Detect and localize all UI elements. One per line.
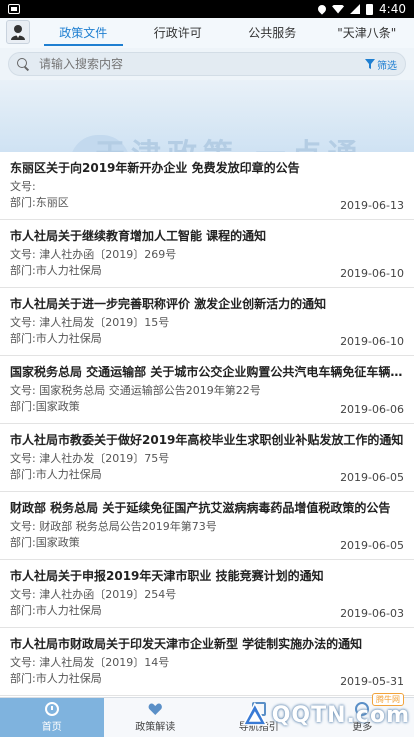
banner[interactable]: 天津政策 一点通 (0, 80, 414, 152)
tab-tianjin-eight-articles[interactable]: "天津八条" (320, 24, 414, 48)
avatar[interactable] (6, 20, 30, 44)
item-date: 2019-05-31 (340, 675, 404, 688)
clock-icon (44, 702, 59, 716)
bottom-navigation: 首页 政策解读 导航指引 更多 (0, 697, 414, 737)
item-title: 市人社局关于继续教育增加人工智能 课程的通知 (10, 229, 267, 243)
banner-text: 天津政策 一点通 (95, 130, 363, 152)
item-date: 2019-06-05 (340, 539, 404, 552)
item-title: 市人社局市教委关于做好2019年高校毕业生求职创业补贴发放工作的通知 (10, 433, 404, 447)
item-doc-number: 文号: 津人社局发〔2019〕14号 (10, 656, 170, 669)
item-date: 2019-06-06 (340, 403, 404, 416)
tab-administrative-license[interactable]: 行政许可 (131, 24, 226, 48)
search-icon (17, 58, 29, 70)
nav-policy-interpretation-label: 政策解读 (135, 722, 176, 733)
item-doc-number: 文号: 津人社局发〔2019〕15号 (10, 316, 170, 329)
category-tabs: 政策文件 行政许可 公共服务 "天津八条" (36, 24, 414, 48)
nav-more[interactable]: 更多 (311, 698, 414, 737)
search-bar: 筛选 (0, 48, 414, 80)
item-title: 市人社局关于申报2019年天津市职业 技能竞赛计划的通知 (10, 569, 324, 583)
list-item[interactable]: 财政部 税务总局 关于延续免征国产抗艾滋病病毒药品增值税政策的公告 文号: 财政… (0, 492, 414, 560)
heart-icon (148, 702, 162, 716)
list-item[interactable]: 市人社局关于申报2019年天津市职业 技能竞赛计划的通知 文号: 津人社办函〔2… (0, 560, 414, 628)
item-date: 2019-06-03 (340, 607, 404, 620)
list-item[interactable]: 市人社局市教委关于做好2019年高校毕业生求职创业补贴发放工作的通知 文号: 津… (0, 424, 414, 492)
item-date: 2019-06-10 (340, 267, 404, 280)
location-icon (316, 3, 328, 15)
signal-icon (350, 4, 361, 14)
status-bar: 4:40 (0, 0, 414, 18)
user-avatar-icon (11, 25, 25, 40)
item-doc-number: 文号: 津人社办函〔2019〕254号 (10, 588, 177, 601)
item-doc-number: 文号: 财政部 税务总局公告2019年第73号 (10, 520, 217, 533)
item-date: 2019-06-10 (340, 335, 404, 348)
policy-list: 东丽区关于向2019年新开办企业 免费发放印章的公告 文号: 部门:东丽区 20… (0, 152, 414, 697)
list-item[interactable]: 市人社局市财政局关于印发天津市企业新型 学徒制实施办法的通知 文号: 津人社局发… (0, 628, 414, 696)
filter-icon (365, 59, 375, 69)
nav-home[interactable]: 首页 (0, 698, 104, 737)
item-title: 财政部 税务总局 关于延续免征国产抗艾滋病病毒药品增值税政策的公告 (10, 501, 391, 515)
nav-guide[interactable]: 导航指引 (207, 698, 311, 737)
nav-more-label: 更多 (352, 722, 373, 733)
tab-policy-documents[interactable]: 政策文件 (36, 24, 131, 48)
list-item[interactable]: 市人社局关于进一步完善职称评价 激发企业创新活力的通知 文号: 津人社局发〔20… (0, 288, 414, 356)
list-item[interactable]: 市人社局关于继续教育增加人工智能 课程的通知 文号: 津人社办函〔2019〕26… (0, 220, 414, 288)
search-input[interactable] (39, 57, 365, 71)
top-header: 政策文件 行政许可 公共服务 "天津八条" (0, 18, 414, 48)
item-doc-number: 文号: 津人社办发〔2019〕75号 (10, 452, 170, 465)
app-notification-icon (8, 4, 20, 14)
item-doc-number: 文号: 国家税务总局 交通运输部公告2019年第22号 (10, 384, 261, 397)
nav-policy-interpretation[interactable]: 政策解读 (104, 698, 208, 737)
filter-label: 筛选 (377, 60, 397, 72)
item-title: 东丽区关于向2019年新开办企业 免费发放印章的公告 (10, 161, 300, 175)
more-icon (355, 702, 370, 716)
item-date: 2019-06-13 (340, 199, 404, 212)
search-box: 筛选 (8, 52, 406, 76)
nav-home-label: 首页 (41, 722, 62, 733)
item-title: 市人社局市财政局关于印发天津市企业新型 学徒制实施办法的通知 (10, 637, 363, 651)
tab-public-services[interactable]: 公共服务 (225, 24, 320, 48)
filter-button[interactable]: 筛选 (365, 57, 397, 72)
list-item[interactable]: 国家税务总局 交通运输部 关于城市公交企业购置公共汽电车辆免征车辆购置税... … (0, 356, 414, 424)
wifi-icon (332, 4, 345, 14)
battery-icon (366, 3, 374, 15)
item-title: 市人社局关于进一步完善职称评价 激发企业创新活力的通知 (10, 297, 327, 311)
list-item[interactable]: 东丽区关于向2019年新开办企业 免费发放印章的公告 文号: 部门:东丽区 20… (0, 152, 414, 220)
item-doc-number: 文号: 津人社办函〔2019〕269号 (10, 248, 177, 261)
guide-icon (251, 702, 266, 716)
status-time: 4:40 (379, 2, 406, 16)
item-date: 2019-06-05 (340, 471, 404, 484)
nav-guide-label: 导航指引 (238, 722, 279, 733)
item-doc-number: 文号: (10, 180, 36, 193)
item-title: 国家税务总局 交通运输部 关于城市公交企业购置公共汽电车辆免征车辆购置税... (10, 365, 404, 379)
